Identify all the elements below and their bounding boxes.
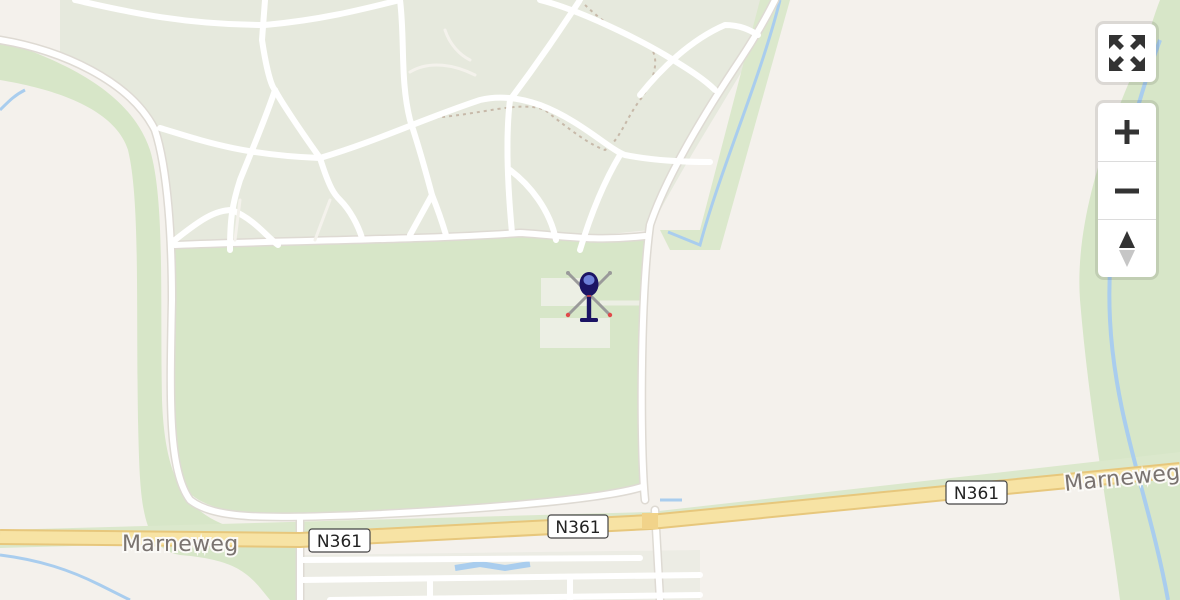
compass-north-icon (1119, 230, 1135, 267)
zoom-out-button[interactable] (1098, 161, 1156, 219)
building-pad (540, 318, 610, 348)
route-shield-right: N361 (945, 480, 1008, 505)
route-shield-left-text: N361 (317, 532, 362, 552)
road-label-marneweg-left: Marneweg (122, 532, 239, 557)
route-shield-center: N361 (547, 514, 609, 539)
pond (454, 560, 531, 572)
minus-icon (1115, 188, 1139, 193)
fullscreen-control (1098, 24, 1156, 82)
compass-button[interactable] (1098, 219, 1156, 277)
route-shield-right-text: N361 (954, 484, 999, 504)
plus-icon (1115, 120, 1139, 144)
navigation-control (1098, 103, 1156, 277)
map-canvas[interactable]: Marneweg Marneweg N361 N361 N361 (0, 0, 1180, 600)
fullscreen-button[interactable] (1098, 24, 1156, 82)
route-shield-left: N361 (308, 528, 371, 553)
bridge-marker (642, 513, 658, 529)
route-shield-center-text: N361 (555, 518, 600, 538)
expand-arrows-icon (1109, 35, 1145, 71)
zoom-in-button[interactable] (1098, 103, 1156, 161)
